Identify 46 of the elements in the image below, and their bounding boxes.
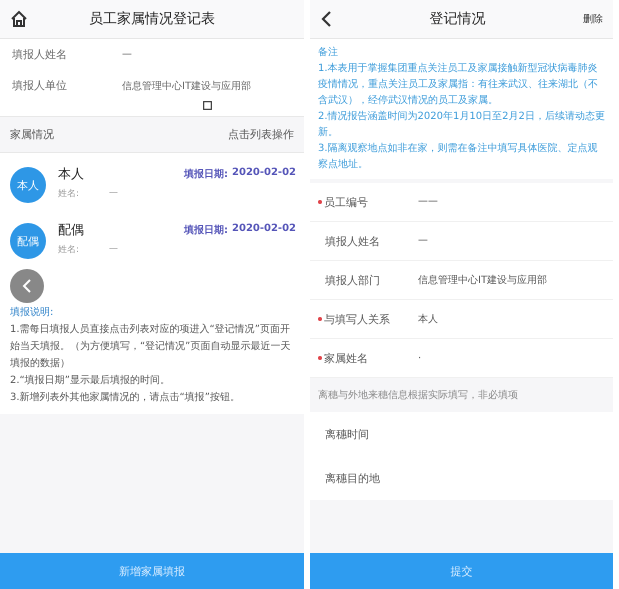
note-text: 2.“填报日期”显示最后填报的时间。 — [10, 374, 171, 388]
note-text: 1.需每日填报人员直接点击列表对应的项进入“登记情况”页面开始当天填报。（为方便填写，“登记情况”页面自动显示最近一天填报的数据） — [10, 322, 292, 371]
note-text: 1.本表用于掌握集团重点关注员工及家属接触新型冠状病毒肺炎疫情情况，重点关注员工及家属指：有往来武汉、往来湖北（不含武汉），经停武汉情况的员工及家属。 — [318, 62, 599, 108]
field-label: 员工编号 — [324, 196, 368, 208]
avatar-circle: 配偶 — [10, 223, 46, 259]
name-label: 姓名: — [58, 244, 80, 256]
list-action-link[interactable]: 点击列表操作 — [228, 127, 294, 142]
back-icon[interactable] — [320, 10, 332, 28]
field-label: 填报人姓名 — [324, 234, 380, 248]
notes-heading: 填报说明: — [10, 306, 54, 319]
back-icon — [22, 279, 32, 293]
field-value: 一 — [418, 235, 428, 248]
date-label: 填报日期: — [184, 168, 228, 181]
field-label: 离穗目的地 — [324, 470, 380, 486]
note-text: 3.隔离观察地点如非在家，则需在备注中填写具体医院、定点观察点地址。 — [318, 142, 599, 172]
date-label: 填报日期: — [184, 224, 228, 237]
notes-heading: 备注 — [318, 46, 339, 60]
page-title: 登记情况 — [428, 10, 486, 28]
date-value: 2020-02-02 — [232, 167, 296, 180]
floating-back-button[interactable] — [10, 269, 44, 303]
note-text: 3.新增列表外其他家属情况的，请点击“填报”按钮。 — [10, 390, 241, 405]
delete-link[interactable]: 删除 — [583, 12, 603, 26]
field-value: 一 — [122, 48, 132, 62]
field-value: 信息管理中心IT建设与应用部 — [418, 274, 548, 287]
field-label: 填报人部门 — [324, 274, 380, 286]
page-title: 员工家属情况登记表 — [88, 10, 216, 28]
avatar-circle: 本人 — [10, 167, 46, 203]
section-hint: 离穗与外地来穗信息根据实际填写，非必填项 — [317, 388, 519, 403]
field-value: 一一 — [418, 196, 438, 209]
home-icon[interactable] — [10, 10, 28, 28]
name-value: 一 — [109, 244, 118, 256]
member-name[interactable]: 配偶 — [58, 221, 184, 239]
field-label: 填报人单位 — [12, 78, 68, 93]
field-value: 本人 — [418, 312, 438, 326]
field-label: 与填写人关系 — [324, 312, 390, 326]
field-label: 家属姓名 — [324, 352, 368, 364]
member-name[interactable]: 本人 — [58, 165, 184, 183]
field-value: 信息管理中心IT建设与应用部 — [122, 80, 252, 92]
section-title: 家属情况 — [10, 127, 54, 142]
field-value: · — [418, 352, 422, 364]
field-label: 离穗时间 — [324, 426, 369, 442]
name-label: 姓名: — [58, 188, 80, 200]
note-text: 2.情况报告涵盖时间为2020年1月10日至2月2日，后续请动态更新。 — [318, 110, 605, 140]
name-value: 一 — [109, 188, 118, 200]
date-value: 2020-02-02 — [232, 223, 296, 236]
field-label: 填报人姓名 — [12, 47, 68, 62]
